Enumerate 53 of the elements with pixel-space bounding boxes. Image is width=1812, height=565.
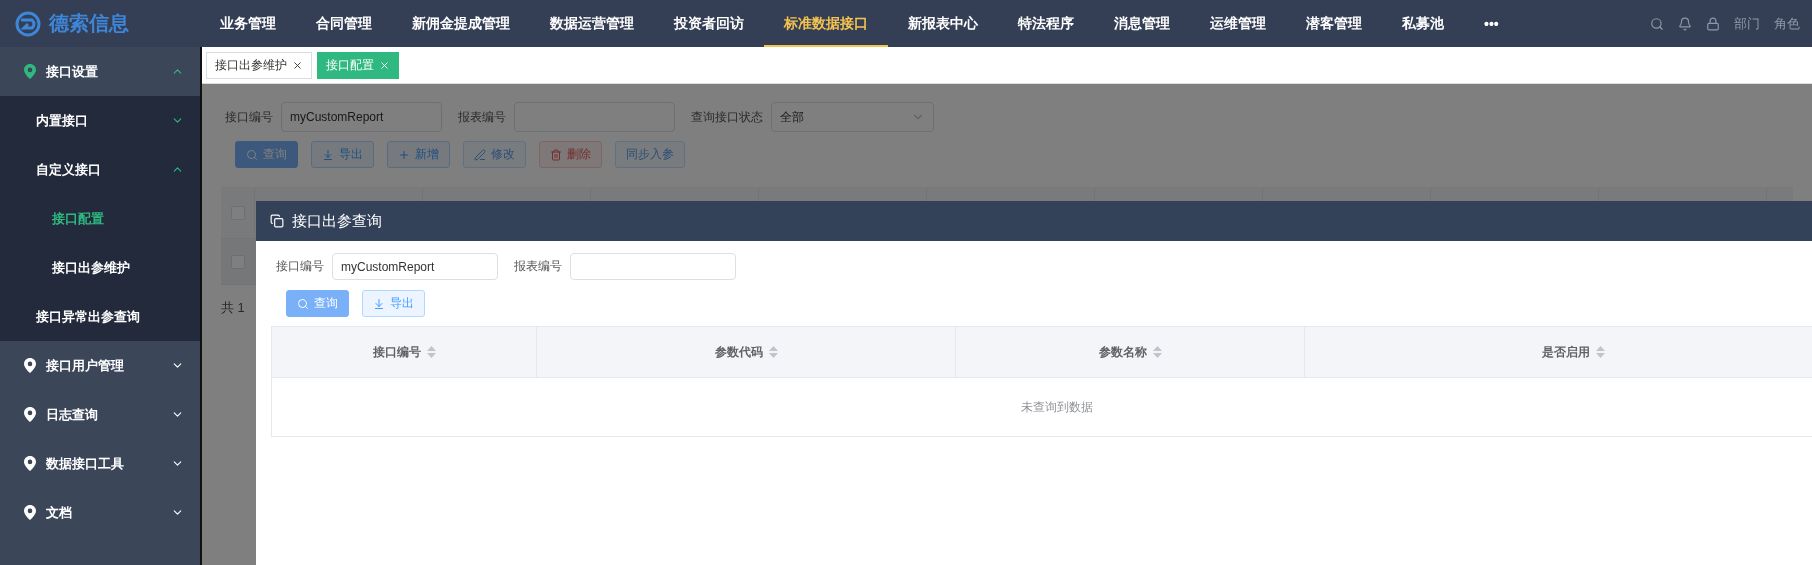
user-menu-link[interactable]: 角色: [1774, 14, 1800, 33]
empty-message: 未查询到数据: [1021, 398, 1093, 416]
nav-item[interactable]: 新佣金提成管理: [392, 0, 530, 47]
logo-icon: [15, 10, 41, 37]
status-select[interactable]: 全部: [771, 102, 934, 132]
sort-icon[interactable]: [768, 346, 778, 358]
field-label: 查询接口状态: [691, 108, 763, 126]
location-pin-icon: [24, 64, 36, 79]
search-icon: [297, 297, 309, 310]
text-field[interactable]: [570, 253, 736, 280]
field-label: 报表编号: [514, 258, 562, 275]
nav-item[interactable]: 投资者回访: [654, 0, 764, 47]
nav-item[interactable]: 潜客管理: [1286, 0, 1382, 47]
user-menu-link[interactable]: 部门: [1734, 14, 1760, 33]
field-label: 接口编号: [276, 258, 324, 275]
column-header: 接口编号: [372, 343, 421, 361]
sort-icon[interactable]: [1152, 346, 1162, 358]
total-count: 共 1: [221, 299, 245, 317]
nav-item[interactable]: 运维管理: [1190, 0, 1286, 47]
dialog-title: 接口出参查询: [292, 211, 382, 231]
location-pin-icon: [24, 505, 36, 520]
nav-item[interactable]: 特法程序: [998, 0, 1094, 47]
location-pin-icon: [24, 456, 36, 471]
field-label: 报表编号: [458, 108, 506, 126]
plus-icon: [398, 148, 410, 161]
lock-icon[interactable]: [1706, 16, 1720, 31]
pencil-icon: [474, 148, 486, 161]
bell-icon[interactable]: [1678, 16, 1692, 31]
column-header: 参数名称: [1098, 343, 1147, 361]
trash-icon: [550, 148, 562, 161]
search-icon[interactable]: [1650, 16, 1664, 31]
field-label: 接口编号: [225, 108, 273, 126]
sort-icon[interactable]: [426, 346, 436, 358]
nav-item[interactable]: 私募池: [1382, 0, 1464, 47]
nav-item[interactable]: 新报表中心: [888, 0, 998, 47]
nav-item[interactable]: 数据运营管理: [530, 0, 654, 47]
text-field[interactable]: myCustomReport: [332, 253, 498, 280]
close-icon[interactable]: [292, 59, 303, 71]
location-pin-icon: [24, 407, 36, 422]
location-pin-icon: [24, 358, 36, 373]
nav-item[interactable]: 业务管理: [200, 0, 296, 47]
nav-item[interactable]: 合同管理: [296, 0, 392, 47]
nav-item[interactable]: 消息管理: [1094, 0, 1190, 47]
brand-name: 德索信息: [49, 11, 129, 36]
copy-icon: [270, 214, 284, 228]
download-icon: [373, 297, 385, 310]
page-tab[interactable]: 接口出参维护: [206, 51, 312, 79]
column-header: 是否启用: [1541, 343, 1590, 361]
nav-item[interactable]: •••: [1464, 0, 1519, 47]
column-header: 参数代码: [714, 343, 763, 361]
text-field[interactable]: myCustomReport: [281, 102, 442, 132]
sort-icon[interactable]: [1595, 346, 1605, 358]
download-icon: [322, 148, 334, 161]
